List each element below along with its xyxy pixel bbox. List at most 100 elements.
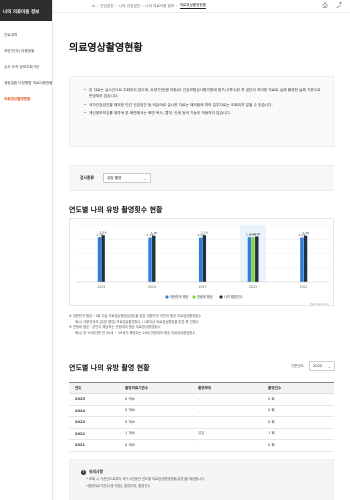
- caution-item: • 조회 시 기준년도로부터 과거 5년동안 연도별 의료영상촬영현황(유방)을…: [86, 477, 206, 481]
- chart-credit: Highcharts.com: [310, 303, 329, 306]
- exam-type-label: 검사종류: [80, 175, 94, 180]
- x-tick-label: 2022: [249, 285, 257, 289]
- bar: [300, 237, 304, 282]
- year-filter: 기준년도 2025 ⌄: [291, 361, 335, 371]
- sidebar-item-review-info[interactable]: 심사 도착 정보조회기안: [0, 59, 52, 75]
- exam-type-select[interactable]: 유방 촬영 ⌄: [102, 173, 151, 183]
- sidebar-item-medical-history[interactable]: 진료내역: [0, 27, 52, 43]
- sidebar-menu: 진료내역 처방전(약) 이용현황 심사 도착 정보조회기안 생동질환 다정병원 …: [0, 21, 53, 107]
- cell-year: 2022: [69, 428, 119, 440]
- cell-body-part: -: [192, 393, 262, 406]
- chevron-down-icon: ⌄: [327, 363, 331, 369]
- exam-type-filter: 검사종류 유방 촬영 ⌄: [69, 165, 334, 191]
- cell-body-part: -: [192, 439, 262, 452]
- breadcrumb-item[interactable]: 건강검진: [100, 4, 113, 9]
- table-row: 2025 0 개소 - 0 회: [69, 393, 334, 406]
- sidebar-item-prescriptions[interactable]: 처방전(약) 이용현황: [0, 43, 52, 59]
- sidebar: 나의 의료이용 정보 진료내역 처방전(약) 이용현황 심사 도착 정보조회기안…: [0, 0, 53, 500]
- cell-body-part: 유방: [192, 428, 262, 440]
- print-icon[interactable]: ⎙: [321, 2, 329, 10]
- x-tick-label: 2023: [198, 285, 206, 289]
- data-label: 1.19: [201, 231, 208, 235]
- notice-box: 본 자료는 실시간으로 조회되지 않으며, 요양기관(병·의원)이 건강보험심사…: [69, 76, 334, 147]
- page-title: 의료영상촬영현황: [69, 43, 143, 54]
- cell-year: 2025: [69, 393, 119, 406]
- table-row: 2024 0 개소 - 0 회: [69, 405, 334, 417]
- breadcrumb-item[interactable]: 나의 의료이용 정보: [145, 4, 174, 9]
- legend-marker: [192, 295, 196, 299]
- x-tick-label: 2025: [97, 285, 105, 289]
- breadcrumb-separator: ›: [115, 4, 117, 8]
- table-section-title: 연도별 나의 유방 촬영 현황: [69, 364, 150, 372]
- chart-notes: ※ 대한민국 평균 : 1회 이상 의료영상촬영(유방)을 받은 대한민국 국민…: [69, 314, 334, 336]
- chart-note-example: 예시) 만 54세이면 만 50세 ~ 59세가 해당되는 50대 연령대의 평…: [75, 330, 196, 335]
- x-tick-label: 2024: [148, 285, 156, 289]
- cell-count: 0 회: [262, 439, 334, 452]
- bar: [251, 237, 255, 282]
- cell-count: 0 회: [262, 393, 334, 406]
- caution-item: •촬영의료기관수(명 의원), 촬영부위, 촬영건수: [86, 484, 151, 488]
- col-header-institutions: 촬영의료기관수: [119, 382, 192, 394]
- caution-box: ! 유의사항 • 조회 시 기준년도로부터 과거 5년동안 연도별 의료영상촬영…: [69, 459, 334, 500]
- bar: [247, 237, 252, 282]
- legend-marker: [219, 295, 223, 299]
- col-header-body-part: 촬영부위: [192, 382, 262, 394]
- bar: [202, 235, 207, 282]
- breadcrumb: ⌂ › 건강검진 › 나의 건강검진 › 나의 의료이용 정보 › 의료영상촬영…: [92, 3, 207, 9]
- bar: [255, 236, 259, 282]
- info-icon: !: [81, 469, 86, 475]
- year-select[interactable]: 2025 ⌄: [309, 361, 335, 371]
- data-label: 1.18: [302, 231, 309, 235]
- cell-count: 1 회: [262, 428, 334, 440]
- imaging-table: 연도 촬영의료기관수 촬영부위 촬영건수 2025 0 개소 - 0 회 202…: [69, 382, 334, 452]
- exam-type-value: 유방 촬영: [106, 175, 122, 180]
- caution-title: ! 유의사항: [81, 469, 333, 475]
- share-icon[interactable]: ⤴: [335, 2, 343, 10]
- legend-label: 나의 촬영건수: [224, 294, 243, 299]
- breadcrumb-separator: ›: [141, 4, 144, 8]
- table-header-row: 연도 촬영의료기관수 촬영부위 촬영건수: [69, 382, 334, 394]
- cell-institutions: 0 개소: [119, 393, 192, 406]
- cell-institutions: 1 개소: [119, 428, 192, 440]
- bar-chart: 1.141.1620251.131.1820241.131.1920231.14…: [76, 224, 330, 306]
- bar: [303, 235, 308, 282]
- cell-year: 2024: [69, 405, 119, 417]
- cell-count: 0 회: [262, 405, 334, 417]
- home-icon[interactable]: ⌂: [92, 4, 95, 9]
- bar: [101, 235, 105, 282]
- sidebar-header: 나의 의료이용 정보: [0, 0, 52, 21]
- cell-count: 0 회: [262, 416, 334, 429]
- chart-container: 1.14 1.16 2025 1.13 1.18 2024 1.13 1.19 2023 1.14…: [69, 218, 334, 306]
- data-label: 1.16: [253, 232, 260, 236]
- sidebar-item-chronic-disease[interactable]: 생동질환 다정병원 의료이용현황: [0, 75, 53, 91]
- cell-body-part: -: [192, 416, 262, 429]
- legend-marker: [165, 295, 169, 299]
- top-bar: ⌂ › 건강검진 › 나의 건강검진 › 나의 의료이용 정보 › 의료영상촬영…: [53, 0, 350, 13]
- breadcrumb-item[interactable]: 나의 건강검진: [119, 4, 140, 9]
- x-tick-label: 2021: [300, 285, 308, 289]
- notice-item: 본 자료는 실시간으로 조회되지 않으며, 요양기관(병·의원)이 건강보험심사…: [84, 87, 323, 100]
- year-value: 2025: [313, 364, 323, 368]
- cell-institutions: 0 개소: [119, 405, 192, 417]
- bar: [148, 237, 152, 282]
- chart-section-title: 연도별 나의 유방 촬영횟수 현황: [69, 206, 163, 214]
- breadcrumb-separator: ›: [96, 4, 99, 8]
- sidebar-item-medical-imaging[interactable]: 의료영상촬영현황: [0, 91, 52, 107]
- bar: [198, 237, 203, 282]
- chevron-down-icon: ⌄: [143, 175, 147, 181]
- data-label: 1.18: [150, 231, 157, 235]
- col-header-count: 촬영건수: [262, 382, 334, 394]
- cell-institutions: 0 개소: [119, 439, 192, 452]
- notice-item: 국가건강검진을 제외한 민간 건강검진 등 비급여로 실시한 자료는 제외됨에 …: [84, 102, 323, 109]
- col-header-year: 연도: [69, 382, 119, 394]
- bar: [97, 237, 102, 282]
- table-row: 2023 0 개소 - 0 회: [69, 416, 334, 429]
- cell-body-part: -: [192, 405, 262, 417]
- legend-label: 연령대 평균: [197, 294, 213, 299]
- cell-year: 2021: [69, 439, 119, 452]
- cell-year: 2023: [69, 416, 119, 429]
- cell-institutions: 0 개소: [119, 416, 192, 429]
- data-label: 1.16: [100, 231, 107, 235]
- legend-label: 대한민국 평균: [170, 294, 189, 299]
- notice-item: 개인정보보호를 위하여 본 화면에서는 화면 복사, 캡처, 인쇄 등의 기능이…: [84, 110, 323, 117]
